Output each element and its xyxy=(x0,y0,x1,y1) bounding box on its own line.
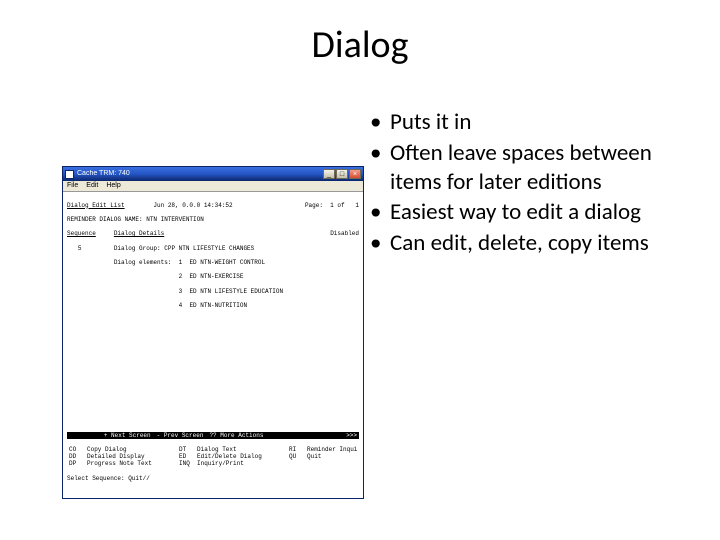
blank xyxy=(67,417,359,424)
elements-label-row: Dialog elements: 1 ED NTN-WEIGHT CONTROL xyxy=(67,259,359,266)
bullet-item: Easiest way to edit a dialog xyxy=(370,198,670,227)
cmd-label: Copy Dialog xyxy=(87,446,177,453)
close-button[interactable]: × xyxy=(349,169,361,179)
app-icon xyxy=(65,170,74,179)
blank xyxy=(67,374,359,381)
prev-screen[interactable]: - Prev Screen xyxy=(157,432,204,439)
element-row: 3 ED NTN LIFESTYLE EDUCATION xyxy=(67,288,359,295)
menubar: File Edit Help xyxy=(63,181,363,192)
blank xyxy=(67,360,359,367)
cmd-label: Edit/Delete Dialog xyxy=(197,453,287,460)
cmd-label xyxy=(307,460,357,467)
app-window: Cache TRM: 740 _ □ × File Edit Help Dial… xyxy=(62,166,364,499)
element-row: 2 ED NTN-EXERCISE xyxy=(67,273,359,280)
blank xyxy=(67,317,359,324)
cmd-key[interactable]: DP xyxy=(69,460,85,467)
next-screen[interactable]: + Next Screen xyxy=(104,432,151,439)
blank xyxy=(67,345,359,352)
blank xyxy=(67,403,359,410)
page-total: 1 xyxy=(355,202,359,209)
page-label: Page: xyxy=(305,202,323,209)
header-title: Dialog Edit List xyxy=(67,202,125,209)
menu-edit[interactable]: Edit xyxy=(86,182,98,190)
cmd-label: Detailed Display xyxy=(87,453,177,460)
bullet-list: Puts it in Often leave spaces between it… xyxy=(370,108,670,258)
bullet-item: Puts it in xyxy=(370,108,670,137)
cmd-label: Quit xyxy=(307,453,357,460)
blank xyxy=(67,388,359,395)
slide: Dialog Cache TRM: 740 _ □ × File Edit He… xyxy=(0,0,720,540)
minimize-button[interactable]: _ xyxy=(323,169,335,179)
cmd-key[interactable]: DT xyxy=(179,446,195,453)
cmd-key[interactable]: INQ xyxy=(179,460,195,467)
bullet-item: Often leave spaces between items for lat… xyxy=(370,139,670,197)
menu-file[interactable]: File xyxy=(67,182,78,190)
bullets-column: Puts it in Often leave spaces between it… xyxy=(370,108,700,260)
content-row: Cache TRM: 740 _ □ × File Edit Help Dial… xyxy=(0,108,720,499)
cmd-key[interactable]: QU xyxy=(289,453,305,460)
terminal-body: Dialog Edit List Jun 28, 0.0.0 14:34:52 P… xyxy=(63,192,363,498)
cmd-label: Reminder Inquiry xyxy=(307,446,357,453)
dialog-name-line: REMINDER DIALOG NAME: NTN INTERVENTION xyxy=(67,216,359,223)
page-value: 1 of xyxy=(330,202,344,209)
titlebar-text: Cache TRM: 740 xyxy=(77,170,323,178)
slide-title: Dialog xyxy=(0,22,720,68)
nav-arrow: >>> xyxy=(346,432,357,439)
cmd-key[interactable]: CO xyxy=(69,446,85,453)
nav-bar: + Next Screen - Prev Screen ?? More Acti… xyxy=(67,432,359,439)
select-prompt[interactable]: Select Sequence: Quit// xyxy=(67,475,359,482)
more-actions[interactable]: ?? More Actions xyxy=(209,432,263,439)
cmd-key[interactable]: RI xyxy=(289,446,305,453)
header-date: Jun 28, 0.0.0 14:34:52 xyxy=(153,202,232,209)
cmd-key[interactable]: DD xyxy=(69,453,85,460)
group-row: 5 Dialog Group: CPP NTN LIFESTYLE CHANGE… xyxy=(67,245,359,252)
col-disabled: Disabled xyxy=(330,230,359,237)
col-details: Dialog Details xyxy=(114,230,164,237)
maximize-button[interactable]: □ xyxy=(336,169,348,179)
cmd-key xyxy=(289,460,305,467)
menu-help[interactable]: Help xyxy=(106,182,120,190)
bullet-item: Can edit, delete, copy items xyxy=(370,229,670,258)
window-controls: _ □ × xyxy=(323,169,361,179)
blank xyxy=(67,331,359,338)
titlebar: Cache TRM: 740 _ □ × xyxy=(63,167,363,181)
cmd-label: Dialog Text xyxy=(197,446,287,453)
cmd-key[interactable]: ED xyxy=(179,453,195,460)
element-row: 4 ED NTN-NUTRITION xyxy=(67,302,359,309)
screenshot-column: Cache TRM: 740 _ □ × File Edit Help Dial… xyxy=(0,108,370,499)
col-sequence: Sequence xyxy=(67,230,96,237)
command-grid: COCopy Dialog DTDialog Text RIReminder I… xyxy=(67,446,359,468)
cmd-label: Inquiry/Print xyxy=(197,460,287,467)
cmd-label: Progress Note Text xyxy=(87,460,177,467)
